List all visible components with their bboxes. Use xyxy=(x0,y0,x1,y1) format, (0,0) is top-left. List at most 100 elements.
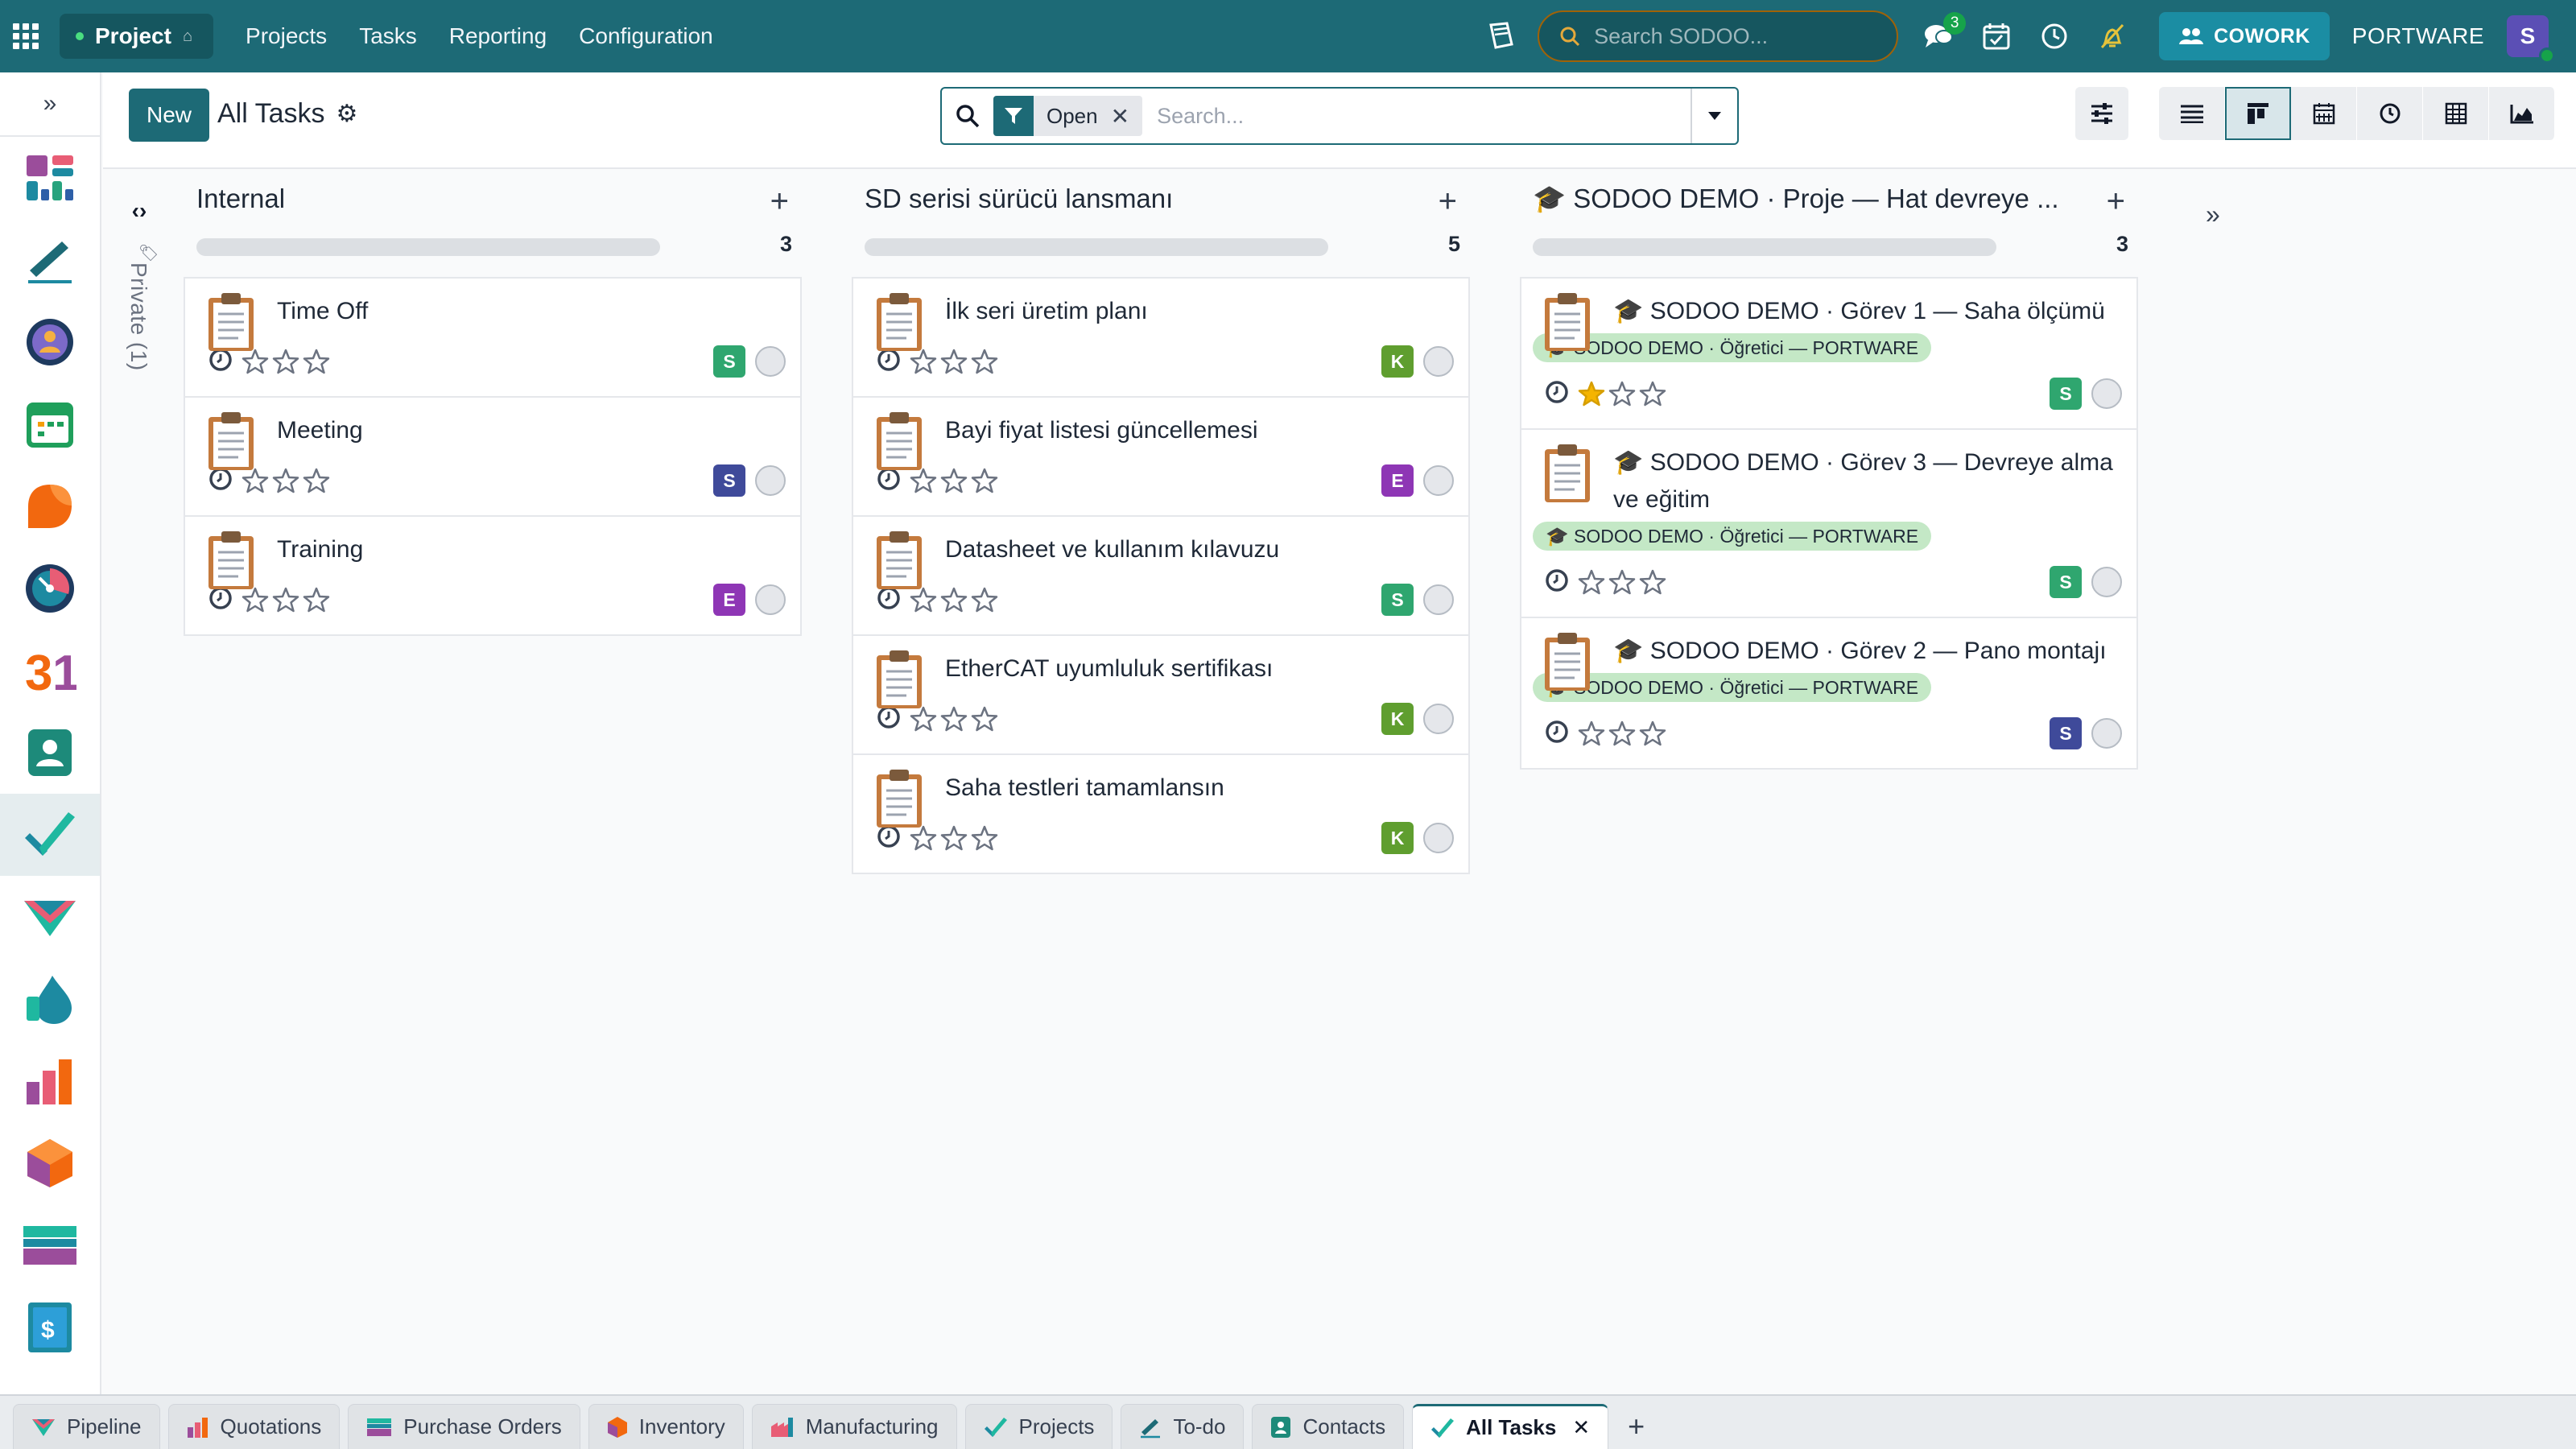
star-icon[interactable] xyxy=(1608,568,1636,596)
clock-icon[interactable] xyxy=(1544,379,1570,409)
progress-bar[interactable] xyxy=(865,238,1328,256)
star-icon[interactable] xyxy=(1639,380,1666,407)
assignee-avatar[interactable]: S xyxy=(713,345,745,378)
helpdesk-icon[interactable] xyxy=(0,958,100,1040)
activity-view-button[interactable] xyxy=(2357,87,2423,140)
star-icon[interactable] xyxy=(940,705,968,733)
task-card[interactable]: Saha testleri tamamlansın K xyxy=(853,755,1468,873)
column-title[interactable]: SD serisi sürücü lansmanı xyxy=(865,184,1173,214)
star-icon[interactable] xyxy=(971,467,998,494)
inventory-icon[interactable] xyxy=(0,1122,100,1204)
search-options-toggle[interactable] xyxy=(1690,89,1737,143)
tab-projects[interactable]: Projects xyxy=(964,1404,1113,1449)
timer-button[interactable] xyxy=(2037,19,2072,54)
star-icon[interactable] xyxy=(1578,568,1605,596)
quick-create-plus-icon[interactable]: + xyxy=(770,184,789,220)
star-icon[interactable] xyxy=(971,348,998,375)
new-task-button[interactable]: New xyxy=(129,89,210,142)
task-card[interactable]: 🎓 SODOO DEMO · Görev 1 — Saha ölçümü 🎓 S… xyxy=(1521,279,2136,430)
star-icon[interactable] xyxy=(940,824,968,852)
assignee-avatar[interactable]: S xyxy=(1381,584,1414,616)
tab-quotations[interactable]: Quotations xyxy=(167,1404,341,1449)
kanban-state-toggle[interactable] xyxy=(755,584,786,615)
assignee-avatar[interactable]: S xyxy=(713,464,745,497)
tab-purchase-orders[interactable]: Purchase Orders xyxy=(348,1404,580,1449)
star-icon[interactable] xyxy=(272,586,299,613)
kanban-state-toggle[interactable] xyxy=(1423,346,1454,377)
kanban-state-toggle[interactable] xyxy=(2091,567,2122,597)
pivot-view-button[interactable] xyxy=(2423,87,2489,140)
assignee-avatar[interactable]: S xyxy=(2050,378,2082,410)
star-icon[interactable] xyxy=(971,705,998,733)
fold-toggle-icon[interactable]: ‹› xyxy=(119,198,159,224)
kanban-state-toggle[interactable] xyxy=(1423,823,1454,853)
folded-column-private[interactable]: ‹› 🏷 Private (1) xyxy=(119,198,159,568)
star-icon[interactable] xyxy=(971,586,998,613)
quick-create-plus-icon[interactable]: + xyxy=(1439,184,1457,220)
column-title[interactable]: 🎓 SODOO DEMO · Proje — Hat devreye ... xyxy=(1533,184,2059,215)
tab-manufacturing[interactable]: Manufacturing xyxy=(751,1404,957,1449)
kanban-state-toggle[interactable] xyxy=(2091,718,2122,749)
assignee-avatar[interactable]: E xyxy=(713,584,745,616)
task-card[interactable]: 🎓 SODOO DEMO · Görev 2 — Pano montajı 🎓 … xyxy=(1521,618,2136,768)
progress-bar[interactable] xyxy=(1533,238,1996,256)
assignee-avatar[interactable]: S xyxy=(2050,566,2082,598)
tab-pipeline[interactable]: Pipeline xyxy=(13,1404,160,1449)
activities-button[interactable] xyxy=(1979,19,2014,54)
task-card[interactable]: Bayi fiyat listesi güncellemesi E xyxy=(853,398,1468,517)
remove-facet-icon[interactable]: ✕ xyxy=(1111,103,1142,130)
star-icon[interactable] xyxy=(1608,380,1636,407)
priority-stars[interactable] xyxy=(1578,568,1666,596)
close-tab-icon[interactable]: ✕ xyxy=(1572,1415,1590,1440)
menu-projects[interactable]: Projects xyxy=(229,23,343,49)
kanban-state-toggle[interactable] xyxy=(755,346,786,377)
star-icon[interactable] xyxy=(303,467,330,494)
menu-tasks[interactable]: Tasks xyxy=(343,23,433,49)
star-icon[interactable] xyxy=(1639,720,1666,747)
cowork-button[interactable]: COWORK xyxy=(2159,12,2330,60)
graph-view-button[interactable] xyxy=(2489,87,2555,140)
menu-reporting[interactable]: Reporting xyxy=(433,23,563,49)
purchase-icon[interactable] xyxy=(0,1204,100,1286)
calendar-31-icon[interactable]: 31 xyxy=(0,630,100,712)
add-tab-plus-icon[interactable]: + xyxy=(1628,1404,1645,1449)
project-icon[interactable] xyxy=(0,794,100,876)
star-icon[interactable] xyxy=(303,348,330,375)
crm-icon[interactable] xyxy=(0,465,100,547)
star-icon[interactable] xyxy=(971,824,998,852)
task-card[interactable]: Time Off S xyxy=(185,279,800,398)
progress-bar[interactable] xyxy=(196,238,660,256)
kanban-state-toggle[interactable] xyxy=(1423,584,1454,615)
task-card[interactable]: 🎓 SODOO DEMO · Görev 3 — Devreye alma ve… xyxy=(1521,430,2136,618)
assignee-avatar[interactable]: K xyxy=(1381,822,1414,854)
reporting-icon[interactable] xyxy=(0,1040,100,1122)
star-icon[interactable] xyxy=(272,467,299,494)
show-more-columns-icon[interactable]: » xyxy=(2206,200,2220,229)
list-view-button[interactable] xyxy=(2159,87,2225,140)
star-icon[interactable] xyxy=(1578,380,1605,407)
search-input[interactable]: Search... xyxy=(1157,104,1244,129)
quick-create-plus-icon[interactable]: + xyxy=(2107,184,2125,220)
task-card[interactable]: Meeting S xyxy=(185,398,800,517)
gear-icon[interactable]: ⚙ xyxy=(336,100,358,128)
company-switcher[interactable]: PORTWARE xyxy=(2352,23,2484,49)
dock-expand-button[interactable]: » xyxy=(0,72,100,137)
kanban-view-button[interactable] xyxy=(2225,87,2291,140)
knowledge-book-icon[interactable] xyxy=(1484,20,1517,52)
star-icon[interactable] xyxy=(1578,720,1605,747)
global-search[interactable]: Search SODOO... xyxy=(1538,10,1899,62)
apps-menu-button[interactable] xyxy=(0,0,52,72)
task-card[interactable]: Training E xyxy=(185,517,800,634)
discuss-icon[interactable] xyxy=(0,301,100,383)
task-card[interactable]: İlk seri üretim planı K xyxy=(853,279,1468,398)
invoicing-icon[interactable]: $ xyxy=(0,1286,100,1368)
kanban-state-toggle[interactable] xyxy=(2091,378,2122,409)
sign-icon[interactable] xyxy=(0,219,100,301)
contacts-icon[interactable] xyxy=(0,712,100,794)
task-card[interactable]: EtherCAT uyumluluk sertifikası K xyxy=(853,636,1468,755)
clock-icon[interactable] xyxy=(1544,568,1570,597)
search-bar[interactable]: Open ✕ Search... xyxy=(940,87,1739,145)
tab-contacts[interactable]: Contacts xyxy=(1252,1404,1405,1449)
star-icon[interactable] xyxy=(303,586,330,613)
column-title[interactable]: Internal xyxy=(196,184,285,214)
